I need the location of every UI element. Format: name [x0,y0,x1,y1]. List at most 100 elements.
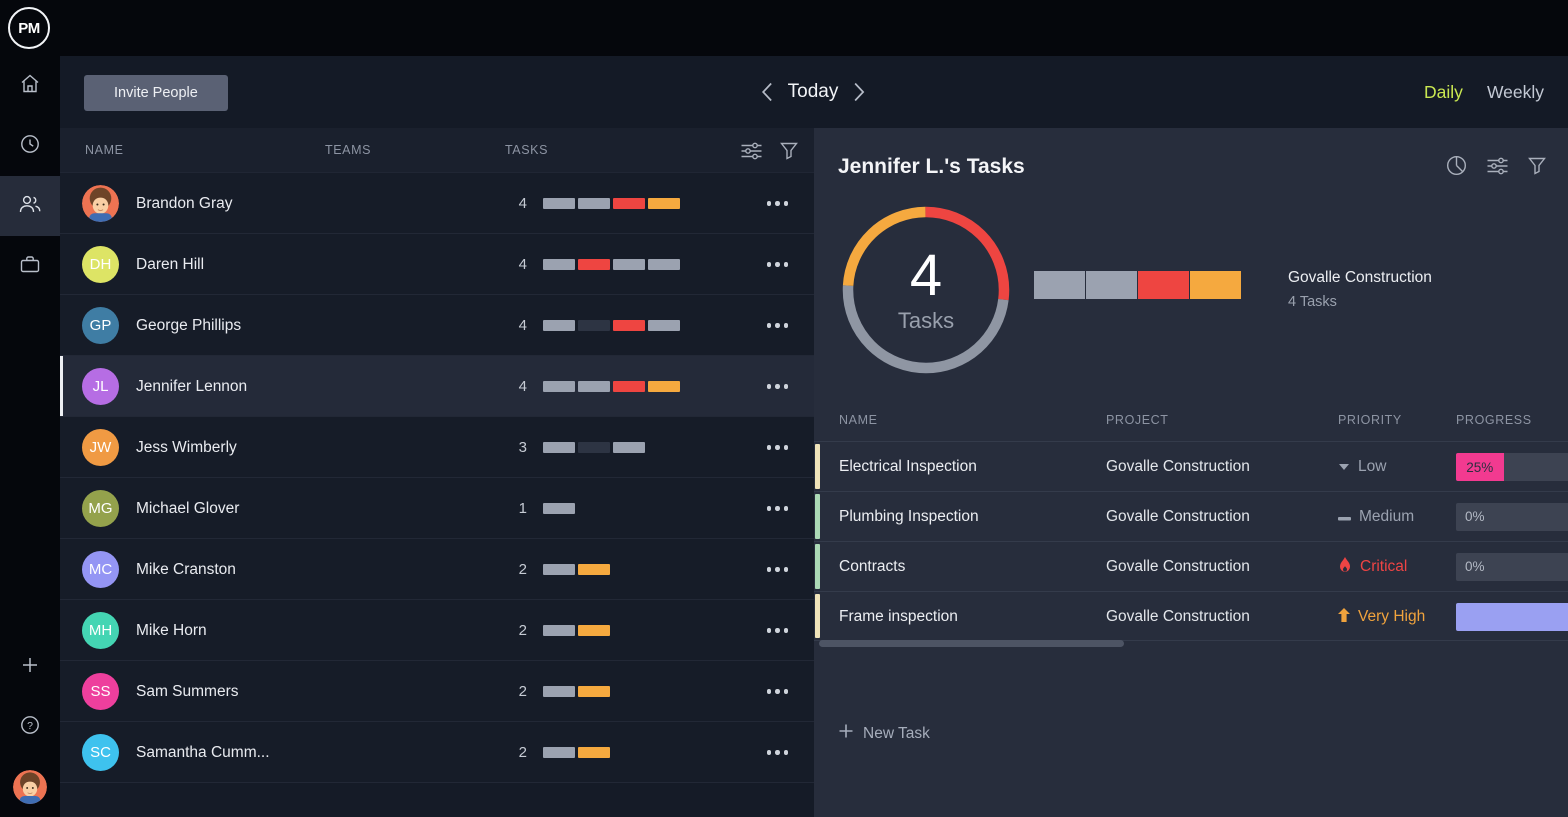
main-header: Invite People Today Daily Weekly [60,56,1568,128]
member-avatar [82,185,119,222]
progress-label: 0% [1465,503,1485,531]
member-name: Mike Cranston [136,539,236,600]
member-row[interactable]: JWJess Wimberly3 [60,417,814,478]
member-row[interactable]: SSSam Summers2 [60,661,814,722]
dot [767,689,772,694]
sidebar-spacer [0,296,60,637]
tab-daily[interactable]: Daily [1424,82,1463,103]
task-segment-gray [543,381,575,392]
settings-sliders-icon[interactable] [1487,157,1508,175]
task-row[interactable]: ContractsGovalle ConstructionCritical0% [814,541,1568,591]
task-segment-red [613,381,645,392]
pie-chart-icon[interactable] [1446,155,1467,176]
member-avatar: SC [82,734,119,771]
member-avatar: GP [82,307,119,344]
sidebar-item-home[interactable] [0,56,60,116]
settings-sliders-icon[interactable] [741,142,762,160]
dot [767,323,772,328]
tab-weekly[interactable]: Weekly [1487,82,1544,103]
user-avatar [13,770,47,804]
dot [784,506,789,511]
member-task-count: 2 [490,722,527,783]
member-avatar: MH [82,612,119,649]
task-summary-bar [1034,271,1241,299]
member-row[interactable]: MCMike Cranston2 [60,539,814,600]
member-task-bars [543,503,575,514]
task-segment-dark [578,320,610,331]
dot [784,201,789,206]
filter-icon[interactable] [1528,157,1546,175]
task-row[interactable]: Frame inspectionGovalle ConstructionVery… [814,591,1568,641]
cartoon-avatar [13,770,47,804]
member-row[interactable]: Brandon Gray4 [60,173,814,234]
member-row[interactable]: SCSamantha Cumm...2 [60,722,814,783]
chevron-right-icon[interactable] [853,82,864,102]
ellipsis-menu-icon[interactable] [767,506,789,511]
dot [784,262,789,267]
member-row[interactable]: MGMichael Glover1 [60,478,814,539]
task-progress-bar: 0% [1456,503,1568,531]
summary-segment-red [1138,271,1189,299]
date-navigation: Today [762,56,865,128]
content: NAME TEAMS TASKS Brandon Gray4DHDaren Hi… [60,128,1568,817]
priority-label: Critical [1360,558,1407,576]
member-avatar: DH [82,246,119,283]
member-avatar: SS [82,673,119,710]
task-row[interactable]: Electrical InspectionGovalle Constructio… [814,441,1568,491]
invite-people-button[interactable]: Invite People [84,75,228,111]
member-task-bars [543,259,680,270]
ellipsis-menu-icon[interactable] [767,750,789,755]
member-task-count: 4 [490,295,527,356]
member-row[interactable]: DHDaren Hill4 [60,234,814,295]
task-segment-gray [543,320,575,331]
member-task-count: 4 [490,356,527,417]
project-task-count: 4 Tasks [1288,294,1432,310]
task-segment-orange [578,747,610,758]
priority-label: Medium [1359,508,1414,526]
horizontal-scrollbar[interactable] [819,640,1124,647]
sidebar-item-projects[interactable] [0,236,60,296]
ellipsis-menu-icon[interactable] [767,445,789,450]
sidebar-item-profile[interactable] [0,757,60,817]
detail-header-icons [1446,155,1546,176]
ellipsis-menu-icon[interactable] [767,262,789,267]
date-label[interactable]: Today [788,81,839,103]
ellipsis-menu-icon[interactable] [767,201,789,206]
ellipsis-menu-icon[interactable] [767,384,789,389]
task-progress-bar: 0% [1456,553,1568,581]
donut-total-value: 4 [910,247,942,305]
ellipsis-menu-icon[interactable] [767,323,789,328]
ellipsis-menu-icon[interactable] [767,628,789,633]
column-tasks: TASKS [505,128,548,173]
progress-fill [1456,603,1568,631]
sidebar: ? [0,56,60,817]
ellipsis-menu-icon[interactable] [767,567,789,572]
home-icon [20,74,40,98]
new-task-button[interactable]: New Task [839,724,930,743]
task-segment-gray [543,625,575,636]
sidebar-item-help[interactable]: ? [0,697,60,757]
ellipsis-menu-icon[interactable] [767,689,789,694]
chevron-left-icon[interactable] [762,82,773,102]
priority-arrow-up-icon [1338,608,1350,627]
dot [784,384,789,389]
priority-label: Very High [1358,608,1425,626]
member-name: Jennifer Lennon [136,356,247,417]
task-accent-strip [815,444,820,489]
filter-icon[interactable] [780,142,798,160]
member-avatar: MC [82,551,119,588]
task-row[interactable]: Plumbing InspectionGovalle ConstructionM… [814,491,1568,541]
sidebar-item-time[interactable] [0,116,60,176]
task-segment-gray [543,686,575,697]
member-row[interactable]: MHMike Horn2 [60,600,814,661]
member-row[interactable]: JLJennifer Lennon4 [60,356,814,417]
priority-arrow-down-icon [1338,458,1350,476]
dot [775,445,780,450]
task-name: Electrical Inspection [839,442,977,492]
column-teams: TEAMS [325,128,371,173]
member-row[interactable]: GPGeorge Phillips4 [60,295,814,356]
sidebar-item-team[interactable] [0,176,60,236]
column-task-project: PROJECT [1106,400,1169,441]
sidebar-item-add[interactable] [0,637,60,697]
task-segment-gray [543,564,575,575]
